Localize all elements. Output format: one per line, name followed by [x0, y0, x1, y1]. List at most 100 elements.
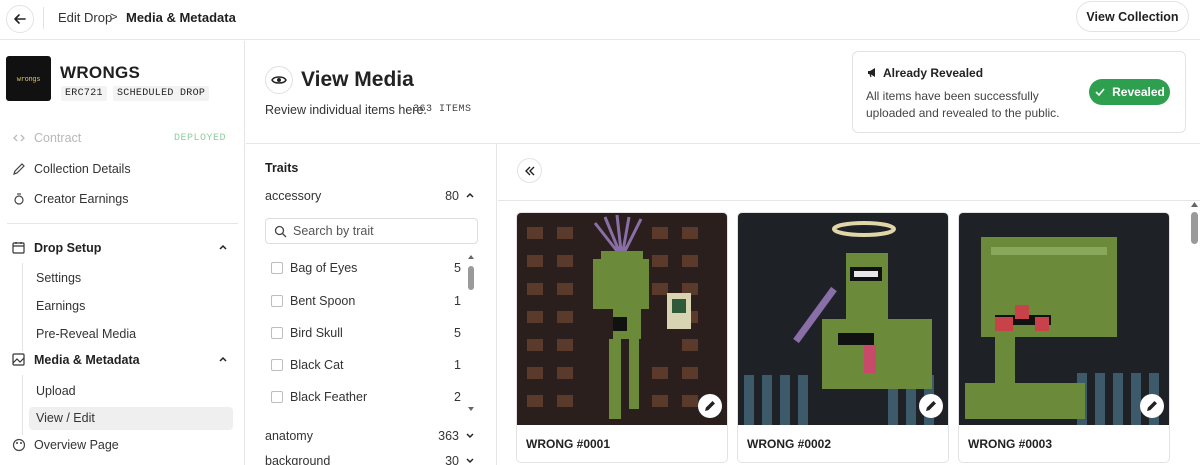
sidebar-item-label: Overview Page	[34, 438, 119, 452]
contract-status: DEPLOYED	[174, 133, 227, 144]
edit-item-button[interactable]	[698, 394, 722, 418]
arrow-left-icon	[14, 14, 26, 24]
trait-option[interactable]: Bag of Eyes 5	[271, 261, 461, 275]
sidebar-item-creator-earnings[interactable]: Creator Earnings	[12, 192, 129, 206]
trait-option-count: 5	[454, 261, 461, 275]
trait-option[interactable]: Bent Spoon 1	[271, 294, 461, 308]
image-icon	[12, 353, 26, 367]
trait-option-label: Black Feather	[290, 390, 368, 404]
trait-option-count: 1	[454, 294, 461, 308]
nft-image	[738, 213, 948, 425]
revealed-label: Revealed	[1112, 85, 1165, 99]
top-bar: Edit Drop > Media & Metadata View Collec…	[0, 0, 1200, 40]
palette-icon	[12, 438, 26, 452]
nft-image	[959, 213, 1169, 425]
trait-option[interactable]: Black Feather 2	[271, 390, 461, 404]
trait-group-name: background	[265, 454, 331, 465]
edit-item-button[interactable]	[1140, 394, 1164, 418]
section-label: Media & Metadata	[34, 353, 140, 367]
pencil-icon	[705, 401, 715, 411]
trait-option-count: 2	[454, 390, 461, 404]
sidebar-item-earnings[interactable]: Earnings	[36, 299, 85, 313]
section-label: Drop Setup	[34, 241, 102, 255]
sidebar-section-drop-setup[interactable]: Drop Setup	[12, 241, 228, 255]
chevron-down-icon	[465, 429, 475, 443]
pencil-icon	[1147, 401, 1157, 411]
checkbox[interactable]	[271, 327, 283, 339]
status-badge: SCHEDULED DROP	[113, 86, 210, 101]
nft-card[interactable]: WRONG #0003	[958, 212, 1170, 463]
chevron-up-icon	[218, 241, 228, 255]
trait-group-name: anatomy	[265, 429, 313, 443]
sidebar-item-settings[interactable]: Settings	[36, 271, 81, 285]
trait-option[interactable]: Bird Skull 5	[271, 326, 461, 340]
trait-option-label: Bag of Eyes	[290, 261, 358, 275]
sidebar-item-overview[interactable]: Overview Page	[12, 438, 119, 452]
checkbox[interactable]	[271, 391, 283, 403]
traits-title: Traits	[265, 161, 299, 175]
nft-name: WRONG #0003	[968, 437, 1053, 451]
eye-icon	[271, 76, 287, 84]
tree-line	[22, 375, 23, 435]
nft-name: WRONG #0001	[526, 437, 611, 451]
checkbox[interactable]	[271, 359, 283, 371]
nft-name: WRONG #0002	[747, 437, 832, 451]
standard-badge: ERC721	[61, 86, 107, 101]
pencil-icon	[926, 401, 936, 411]
sidebar-item-upload[interactable]: Upload	[36, 384, 76, 398]
chevron-down-icon	[465, 454, 475, 465]
divider	[498, 200, 1200, 201]
view-collection-button[interactable]: View Collection	[1076, 1, 1189, 32]
collapse-panel-button[interactable]	[517, 158, 542, 183]
trait-group-accessory[interactable]: accessory 80	[265, 189, 475, 203]
sidebar-item-view-edit[interactable]: View / Edit	[36, 411, 95, 425]
nft-card[interactable]: WRONG #0002	[737, 212, 949, 463]
edit-item-button[interactable]	[919, 394, 943, 418]
sidebar: wrongs WRONGS ERC721 SCHEDULED DROP Cont…	[0, 41, 245, 465]
trait-group-count: 30	[445, 454, 459, 465]
reveal-description: All items have been successfully uploade…	[866, 89, 1060, 120]
trait-search-input[interactable]	[293, 224, 463, 238]
trait-list-scrollbar[interactable]	[467, 254, 475, 414]
divider	[7, 223, 238, 224]
checkbox[interactable]	[271, 262, 283, 274]
trait-option-label: Bird Skull	[290, 326, 343, 340]
chevron-up-icon	[465, 189, 475, 203]
breadcrumb-separator: >	[110, 9, 118, 24]
nft-card[interactable]: WRONG #0001	[516, 212, 728, 463]
sidebar-item-contract[interactable]: Contract	[12, 131, 81, 145]
tree-line	[22, 263, 23, 351]
sidebar-section-media-metadata[interactable]: Media & Metadata	[12, 353, 228, 367]
trait-option[interactable]: Black Cat 1	[271, 358, 461, 372]
collection-name: WRONGS	[60, 63, 141, 82]
search-icon	[274, 225, 287, 237]
trait-option-label: Bent Spoon	[290, 294, 356, 308]
revealed-button[interactable]: Revealed	[1089, 79, 1170, 105]
calendar-icon	[12, 241, 26, 255]
trait-group-anatomy[interactable]: anatomy 363	[265, 429, 475, 443]
megaphone-icon	[866, 66, 879, 82]
traits-panel: Traits accessory 80 Bag of Eyes 5 Bent S…	[246, 144, 497, 465]
collection-logo: wrongs	[6, 56, 51, 101]
coins-icon	[12, 192, 26, 206]
trait-search[interactable]	[265, 218, 478, 244]
breadcrumb-edit-drop[interactable]: Edit Drop	[58, 10, 112, 25]
reveal-title: Already Revealed	[883, 66, 984, 80]
trait-option-count: 1	[454, 358, 461, 372]
back-button[interactable]	[6, 5, 34, 33]
trait-group-count: 80	[445, 189, 459, 203]
page-subtitle: Review individual items here.	[265, 103, 427, 117]
code-icon	[12, 131, 26, 145]
view-toggle-button[interactable]	[265, 66, 293, 94]
sidebar-item-label: Collection Details	[34, 162, 131, 176]
sidebar-item-label: Creator Earnings	[34, 192, 129, 206]
breadcrumb-current: Media & Metadata	[126, 10, 236, 25]
chevron-up-icon	[218, 353, 228, 367]
grid-scrollbar[interactable]	[1189, 200, 1200, 465]
pencil-icon	[12, 162, 26, 176]
checkbox[interactable]	[271, 295, 283, 307]
double-chevron-left-icon	[524, 166, 534, 175]
trait-group-background[interactable]: background 30	[265, 454, 475, 465]
sidebar-item-collection-details[interactable]: Collection Details	[12, 162, 131, 176]
sidebar-item-pre-reveal-media[interactable]: Pre-Reveal Media	[36, 327, 136, 341]
